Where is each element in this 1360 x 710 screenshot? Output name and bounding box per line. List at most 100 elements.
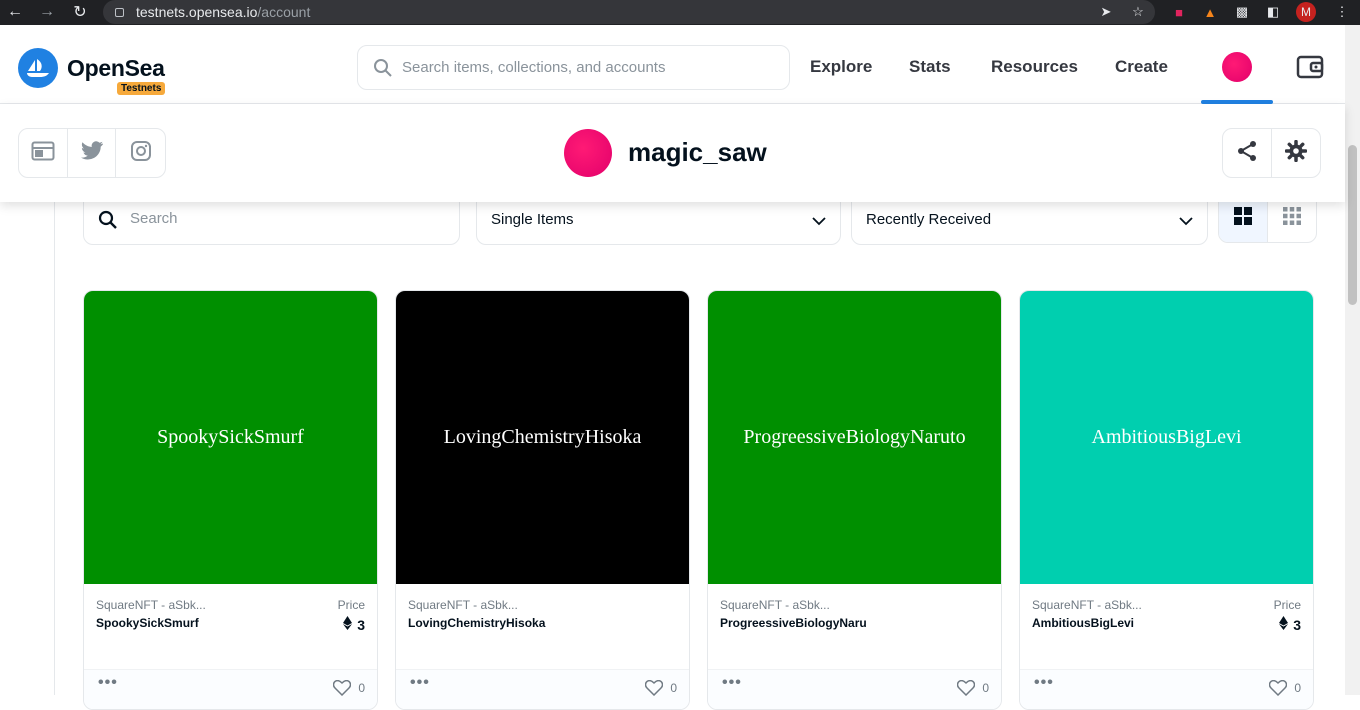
nft-image-text: SpookySickSmurf	[157, 426, 304, 448]
nav-stats[interactable]: Stats	[909, 57, 951, 77]
card-footer: ••• 0	[396, 669, 689, 709]
more-options-icon[interactable]: •••	[410, 674, 430, 692]
filter-sidebar-edge	[54, 202, 55, 695]
price-amount: 3	[1293, 616, 1301, 633]
url-host: testnets.opensea.io	[136, 4, 258, 20]
nft-image[interactable]: LovingChemistryHisoka	[396, 291, 689, 584]
profile-bar: magic_saw	[0, 104, 1345, 202]
profile-actions	[1222, 128, 1321, 178]
price-label: Price	[1273, 598, 1301, 612]
nft-card[interactable]: ProgreessiveBiologyNaruto SquareNFT - aS…	[707, 290, 1002, 710]
item-type-value: Single Items	[491, 211, 574, 228]
card-title[interactable]: AmbitiousBigLevi	[1032, 616, 1134, 630]
card-collection[interactable]: SquareNFT - aSbk...	[408, 598, 518, 612]
large-grid-icon	[1233, 206, 1252, 230]
price-label: Price	[337, 598, 365, 612]
chevron-down-icon	[1179, 213, 1193, 231]
site-search-input[interactable]	[402, 59, 772, 76]
website-button[interactable]	[19, 129, 68, 177]
card-collection[interactable]: SquareNFT - aSbk...	[96, 598, 206, 612]
nft-image[interactable]: ProgreessiveBiologyNaruto	[708, 291, 1001, 584]
nav-explore[interactable]: Explore	[810, 57, 872, 77]
search-icon	[373, 58, 393, 83]
bookmark-star-icon[interactable]: ☆	[1129, 3, 1147, 21]
more-options-icon[interactable]: •••	[1034, 674, 1054, 692]
site-search-box[interactable]	[357, 45, 790, 90]
like-button[interactable]: 0	[333, 680, 365, 696]
price-amount: 3	[357, 616, 365, 633]
scrollbar-thumb[interactable]	[1348, 145, 1357, 305]
reload-icon[interactable]: ↻	[69, 1, 91, 23]
site-header: OpenSea Testnets Explore Stats Resources…	[0, 25, 1345, 104]
like-button[interactable]: 0	[1269, 680, 1301, 696]
reading-list-icon[interactable]: ◧	[1264, 3, 1282, 21]
send-icon[interactable]: ➤	[1097, 3, 1115, 21]
heart-icon	[1269, 680, 1288, 696]
eth-icon	[1279, 616, 1289, 633]
metamask-fox-icon[interactable]: ▲	[1201, 3, 1219, 21]
browser-menu-icon[interactable]: ⋮	[1333, 3, 1351, 21]
lock-icon	[115, 7, 124, 17]
address-bar[interactable]: testnets.opensea.io/account	[103, 0, 1155, 24]
testnets-badge: Testnets	[117, 82, 166, 95]
settings-button[interactable]	[1272, 129, 1321, 177]
items-search-input[interactable]	[130, 210, 430, 227]
like-count: 0	[358, 681, 365, 695]
price-value: 3	[1279, 616, 1301, 633]
opensea-logo-icon[interactable]	[18, 48, 58, 88]
gear-icon	[1284, 139, 1307, 167]
heart-icon	[645, 680, 664, 696]
nft-image-text: LovingChemistryHisoka	[443, 426, 642, 448]
account-avatar[interactable]	[1222, 52, 1252, 82]
eth-icon	[343, 616, 353, 633]
like-count: 0	[1294, 681, 1301, 695]
nft-card[interactable]: LovingChemistryHisoka SquareNFT - aSbk..…	[395, 290, 690, 710]
nft-image-text: ProgreessiveBiologyNaruto	[743, 426, 966, 448]
back-icon[interactable]: ←	[4, 1, 26, 23]
card-collection[interactable]: SquareNFT - aSbk...	[720, 598, 830, 612]
sort-value: Recently Received	[866, 211, 992, 228]
card-collection[interactable]: SquareNFT - aSbk...	[1032, 598, 1142, 612]
browser-profile-avatar[interactable]: M	[1296, 2, 1316, 22]
more-options-icon[interactable]: •••	[722, 674, 742, 692]
nav-resources[interactable]: Resources	[991, 57, 1078, 77]
like-count: 0	[670, 681, 677, 695]
nft-image[interactable]: SpookySickSmurf	[84, 291, 377, 584]
brand-name[interactable]: OpenSea	[67, 55, 165, 82]
social-links	[18, 128, 166, 178]
heart-icon	[333, 680, 352, 696]
share-button[interactable]	[1223, 129, 1272, 177]
nft-card[interactable]: SpookySickSmurf SquareNFT - aSbk... Spoo…	[83, 290, 378, 710]
instagram-icon	[130, 140, 152, 167]
card-title[interactable]: LovingChemistryHisoka	[408, 616, 545, 630]
extension-bird-icon[interactable]: ■	[1170, 3, 1188, 21]
like-count: 0	[982, 681, 989, 695]
share-icon	[1236, 140, 1258, 167]
forward-icon[interactable]: →	[36, 1, 58, 23]
profile-username: magic_saw	[628, 137, 767, 167]
price-value: 3	[343, 616, 365, 633]
more-options-icon[interactable]: •••	[98, 674, 118, 692]
twitter-button[interactable]	[68, 129, 117, 177]
browser-toolbar: ← → ↻ testnets.opensea.io/account ➤ ☆ ■ …	[0, 0, 1360, 25]
extensions-puzzle-icon[interactable]: ▩	[1233, 3, 1251, 21]
nft-image[interactable]: AmbitiousBigLevi	[1020, 291, 1313, 584]
card-footer: ••• 0	[1020, 669, 1313, 709]
card-title[interactable]: SpookySickSmurf	[96, 616, 199, 630]
page-scrollbar[interactable]	[1345, 25, 1360, 695]
like-button[interactable]: 0	[957, 680, 989, 696]
nft-card[interactable]: AmbitiousBigLevi SquareNFT - aSbk... Amb…	[1019, 290, 1314, 710]
instagram-button[interactable]	[116, 129, 165, 177]
search-icon	[98, 210, 118, 235]
small-grid-icon	[1282, 206, 1301, 230]
url-path: /account	[257, 4, 311, 20]
profile-avatar	[564, 129, 612, 177]
card-title[interactable]: ProgreessiveBiologyNaru	[720, 616, 867, 630]
card-footer: ••• 0	[84, 669, 377, 709]
heart-icon	[957, 680, 976, 696]
wallet-icon[interactable]	[1296, 55, 1324, 79]
nft-image-text: AmbitiousBigLevi	[1091, 426, 1242, 448]
like-button[interactable]: 0	[645, 680, 677, 696]
website-icon	[31, 141, 55, 166]
nav-create[interactable]: Create	[1115, 57, 1168, 77]
